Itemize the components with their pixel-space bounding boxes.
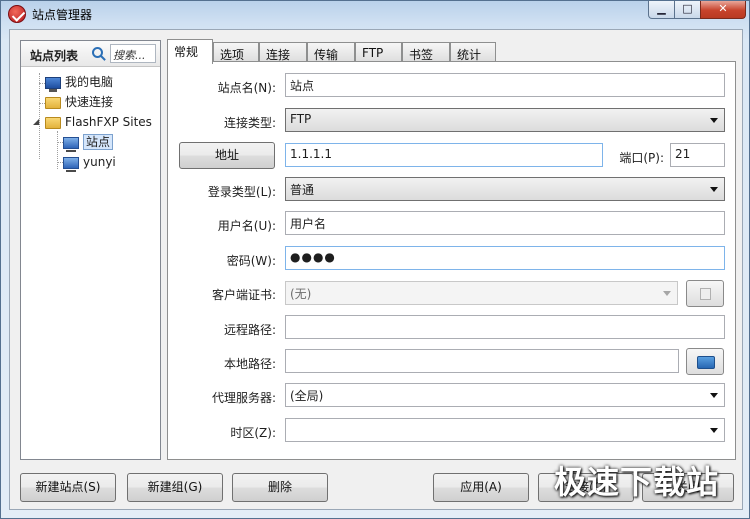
tab-connection[interactable]: 连接 <box>259 42 307 63</box>
folder-open-icon <box>45 116 61 129</box>
proxy-select[interactable]: (全局) <box>285 383 725 407</box>
new-group-button[interactable]: 新建组(G) <box>127 473 223 502</box>
chevron-down-icon <box>710 393 718 398</box>
proxy-value: (全局) <box>290 389 324 403</box>
tree-item-quick-connect[interactable]: 快速连接 <box>45 93 113 111</box>
dialog-client-area: 站点列表 搜索... 我的电脑 快速连接 ◢ FlashFXP Sites 站点… <box>9 29 743 510</box>
port-input[interactable]: 21 <box>670 143 725 167</box>
local-path-label: 本地路径: <box>223 357 276 371</box>
certificate-icon <box>700 288 711 300</box>
title-bar[interactable]: 站点管理器 ▁ □ ✕ <box>1 1 749 27</box>
tab-ftp[interactable]: FTP <box>355 42 402 63</box>
client-cert-value: (无) <box>290 287 312 301</box>
site-icon <box>63 136 79 152</box>
connection-type-select[interactable]: FTP <box>285 108 725 132</box>
tab-options[interactable]: 选项 <box>213 42 259 63</box>
site-list-panel: 站点列表 搜索... 我的电脑 快速连接 ◢ FlashFXP Sites 站点… <box>20 40 161 460</box>
minimize-button[interactable]: ▁ <box>648 1 675 19</box>
apply-button[interactable]: 应用(A) <box>433 473 529 502</box>
collapse-icon[interactable]: ◢ <box>33 117 39 126</box>
remote-path-label: 远程路径: <box>223 323 276 337</box>
connection-type-label: 连接类型: <box>223 116 276 130</box>
login-type-label: 登录类型(L): <box>207 185 276 199</box>
maximize-button[interactable]: □ <box>674 1 701 19</box>
close-window-button[interactable]: ✕ <box>700 1 746 19</box>
delete-button[interactable]: 删除 <box>232 473 328 502</box>
site-list-title: 站点列表 <box>30 49 79 63</box>
tree-item-my-computer[interactable]: 我的电脑 <box>45 73 113 92</box>
tab-bookmarks[interactable]: 书签 <box>402 42 450 63</box>
password-label: 密码(W): <box>226 254 276 268</box>
folder-icon <box>697 356 715 369</box>
site-icon <box>63 156 79 172</box>
search-icon[interactable] <box>92 47 103 58</box>
tab-statistics[interactable]: 统计 <box>450 42 496 63</box>
site-list-header: 站点列表 搜索... <box>21 41 160 67</box>
username-input[interactable]: 用户名 <box>285 211 725 235</box>
address-input[interactable]: 1.1.1.1 <box>285 143 603 167</box>
site-manager-window: 站点管理器 ▁ □ ✕ 站点列表 搜索... 我的电脑 快速连接 ◢ Flash… <box>0 0 750 519</box>
client-cert-select[interactable]: (无) <box>285 281 678 305</box>
site-search-input[interactable]: 搜索... <box>110 44 156 63</box>
connection-type-value: FTP <box>290 112 312 126</box>
chevron-down-icon <box>710 187 718 192</box>
site-name-input[interactable]: 站点 <box>285 73 725 97</box>
flashfxp-app-icon <box>8 5 26 23</box>
tab-general[interactable]: 常规 <box>167 39 213 64</box>
chevron-down-icon <box>710 118 718 123</box>
tree-item-flashfxp-sites[interactable]: FlashFXP Sites <box>45 113 152 131</box>
tree-item-yunyi[interactable]: yunyi <box>63 153 116 172</box>
new-site-button[interactable]: 新建站点(S) <box>20 473 116 502</box>
proxy-label: 代理服务器: <box>211 391 276 405</box>
login-type-select[interactable]: 普通 <box>285 177 725 201</box>
port-label: 端口(P): <box>619 151 664 165</box>
chevron-down-icon <box>663 291 671 296</box>
local-path-input[interactable] <box>285 349 679 373</box>
client-cert-label: 客户端证书: <box>211 288 276 302</box>
general-tab-panel: 站点名(N): 站点 连接类型: FTP 地址 1.1.1.1 端口(P): 2… <box>167 61 736 460</box>
computer-icon <box>45 76 61 92</box>
tree-item-site[interactable]: 站点 <box>63 133 114 152</box>
username-label: 用户名(U): <box>217 219 276 233</box>
site-name-label: 站点名(N): <box>217 81 276 95</box>
tab-transfer[interactable]: 传输 <box>307 42 355 63</box>
window-title: 站点管理器 <box>32 8 93 22</box>
local-path-browse-button[interactable] <box>686 348 724 375</box>
site-watermark: 极速下载站 <box>554 463 720 501</box>
login-type-value: 普通 <box>290 183 315 197</box>
timezone-label: 时区(Z): <box>230 426 276 440</box>
chevron-down-icon <box>710 428 718 433</box>
address-button[interactable]: 地址 <box>179 142 275 169</box>
remote-path-input[interactable] <box>285 315 725 339</box>
certificate-browse-button[interactable] <box>686 280 724 307</box>
folder-icon <box>45 96 61 109</box>
password-input[interactable]: ●●●● <box>285 246 725 270</box>
timezone-select[interactable] <box>285 418 725 442</box>
